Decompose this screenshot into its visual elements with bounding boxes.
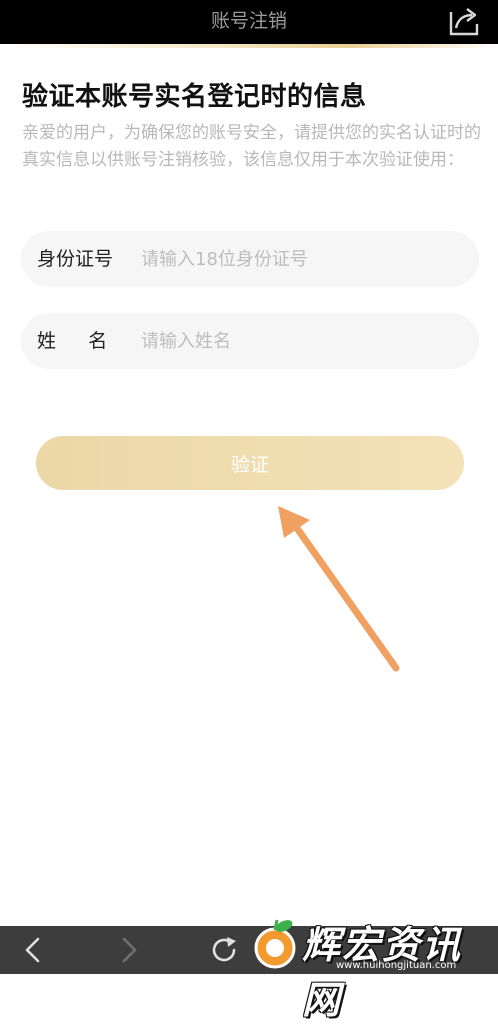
name-field[interactable]: 姓名: [21, 313, 479, 369]
id-number-field[interactable]: 身份证号: [21, 231, 479, 287]
name-input[interactable]: [141, 323, 461, 359]
back-arrow-icon[interactable]: [18, 934, 50, 966]
forward-arrow-icon[interactable]: [112, 934, 144, 966]
verification-heading: 验证本账号实名登记时的信息: [22, 82, 367, 112]
header-accent-line: [0, 44, 498, 48]
id-number-input[interactable]: [141, 241, 461, 277]
verify-button[interactable]: 验证: [36, 436, 464, 490]
id-number-label: 身份证号: [37, 248, 114, 270]
share-icon[interactable]: [448, 5, 480, 37]
verification-description: 亲爱的用户，为确保您的账号安全，请提供您的实名认证时的真实信息以供账号注销核验，…: [22, 123, 481, 170]
name-label: 姓名: [37, 330, 140, 352]
top-bar: 账号注销: [0, 0, 498, 44]
annotation-arrow-icon: [278, 506, 400, 672]
orange-logo-icon: [254, 919, 296, 969]
watermark-url: www.huihongjituan.com: [336, 960, 457, 971]
watermark: 辉宏资讯网 www.huihongjituan.com: [244, 906, 498, 1022]
refresh-icon[interactable]: [208, 934, 240, 966]
page-title: 账号注销: [210, 10, 287, 32]
